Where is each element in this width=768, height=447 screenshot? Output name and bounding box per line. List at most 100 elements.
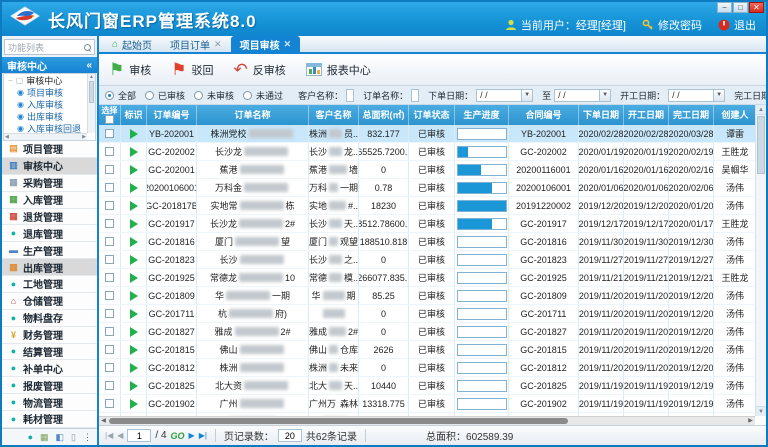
tree-item-出库审核[interactable]: ◉出库审核 [4, 110, 87, 122]
column-header-选择[interactable]: 选择 [99, 105, 121, 125]
sidebar-item-退货管理[interactable]: ▦退货管理 [2, 209, 97, 226]
minimize-button[interactable]: − [717, 2, 732, 13]
row-checkbox[interactable] [105, 381, 114, 390]
sidebar-item-仓储管理[interactable]: ⌂仓储管理 [2, 293, 97, 310]
sidebar-item-耗材管理[interactable]: ●耗材管理 [2, 411, 97, 428]
first-page-button[interactable]: |◀ [105, 431, 113, 440]
row-checkbox[interactable] [105, 291, 114, 300]
column-header-总面积(㎡)[interactable]: 总面积(㎡) [359, 105, 409, 125]
row-checkbox[interactable] [105, 165, 114, 174]
sidebar-item-物料盘存[interactable]: ●物料盘存 [2, 310, 97, 327]
scroll-up-icon[interactable]: ▲ [756, 105, 766, 115]
table-row[interactable]: GC-201917长沙龙2#长沙天..8512.78600..已审核GC-201… [99, 215, 755, 233]
column-header-合同编号[interactable]: 合同编号 [509, 105, 579, 125]
radio-全部[interactable] [105, 91, 114, 100]
close-tab-icon[interactable]: ✕ [214, 39, 222, 50]
overflow-icon[interactable]: ⋮ [83, 432, 92, 443]
row-checkbox[interactable] [105, 273, 114, 282]
go-button[interactable]: GO [171, 431, 185, 441]
column-header-客户名称[interactable]: 客户名称 [309, 105, 359, 125]
tab-起始页[interactable]: ⌂起始页 [103, 36, 161, 52]
column-header-生产进度[interactable]: 生产进度 [455, 105, 509, 125]
approve-button[interactable]: ⚑审核 [109, 61, 151, 78]
column-header-订单状态[interactable]: 订单状态 [409, 105, 455, 125]
radio-未审核[interactable] [194, 91, 203, 100]
sidebar-item-退库管理[interactable]: ●退库管理 [2, 225, 97, 242]
row-checkbox[interactable] [105, 327, 114, 336]
function-search-input[interactable]: 功能列表 [4, 39, 95, 55]
sidebar-item-物流管理[interactable]: ●物流管理 [2, 394, 97, 411]
scroll-right-icon[interactable]: ▶ [746, 417, 755, 425]
row-checkbox[interactable] [105, 201, 114, 210]
close-tab-icon[interactable]: ✕ [284, 39, 292, 50]
table-row[interactable]: GC-201817B实地常栋实地#..18230已审核2019122000220… [99, 197, 755, 215]
table-row[interactable]: GC-201825北大资北大天..10440已审核GC-2018252019/1… [99, 377, 755, 395]
sidebar-item-报废管理[interactable]: ●报废管理 [2, 377, 97, 394]
sidebar-panel-header[interactable]: 审核中心 « [2, 57, 97, 73]
maximize-button[interactable]: □ [733, 2, 748, 13]
sidebar-item-结算管理[interactable]: ●结算管理 [2, 344, 97, 361]
order-date-to-select[interactable]: / / ▼ [554, 89, 611, 102]
edit-icon[interactable]: ◧ [56, 432, 65, 443]
order-name-input[interactable] [411, 89, 419, 102]
tree-vertical-scrollbar[interactable]: ▲ [87, 74, 95, 133]
row-checkbox[interactable] [105, 309, 114, 318]
row-checkbox[interactable] [105, 147, 114, 156]
start-date-select[interactable]: / / ▼ [668, 89, 725, 102]
table-row[interactable]: GC-201809华一期华期85.25已审核GC-2018092019/11/2… [99, 287, 755, 305]
customer-name-input[interactable] [346, 89, 354, 102]
tab-项目审核[interactable]: 项目审核✕ [231, 36, 301, 52]
reject-button[interactable]: ⚑驳回 [171, 61, 213, 78]
horizontal-scrollbar[interactable]: ◀ ▶ [99, 416, 755, 425]
sidebar-item-审核中心[interactable]: ▥审核中心 [2, 158, 97, 175]
table-row[interactable]: GC-201925常德龙10常德模..266077.835..已审核GC-201… [99, 269, 755, 287]
chevron-down-icon[interactable]: ▼ [600, 89, 611, 102]
row-checkbox[interactable] [105, 237, 114, 246]
page-number-input[interactable] [127, 429, 151, 442]
column-header-创建人[interactable]: 创建人 [714, 105, 757, 125]
tab-项目订单[interactable]: 项目订单✕ [161, 36, 231, 52]
dot-icon[interactable]: ● [28, 432, 33, 442]
logout-button[interactable]: 退出 [718, 17, 756, 33]
column-header-标识[interactable]: 标识 [121, 105, 147, 125]
radio-未通过[interactable] [243, 91, 252, 100]
row-checkbox[interactable] [105, 183, 114, 192]
column-header-下单日期[interactable]: 下单日期 [579, 105, 624, 125]
tree-horizontal-scrollbar[interactable]: ◀▶ [4, 133, 87, 140]
table-row[interactable]: GC-201812株洲株洲未来0已审核GC-2018122019/11/2020… [99, 359, 755, 377]
table-row[interactable]: GC-201815佛山佛山仓库2626已审核GC-2018152019/11/2… [99, 341, 755, 359]
table-row[interactable]: GC-201816厦门望厦门观望188510.818已审核GC-20181620… [99, 233, 755, 251]
tree-root[interactable]: −▢审核中心 [4, 74, 87, 86]
row-checkbox[interactable] [105, 345, 114, 354]
tree-item-项目审核[interactable]: ◉项目审核 [4, 86, 87, 98]
horizontal-scroll-thumb[interactable] [109, 418, 568, 424]
order-date-from-select[interactable]: / / ▼ [476, 89, 533, 102]
scroll-left-icon[interactable]: ◀ [99, 417, 108, 425]
row-checkbox[interactable] [105, 399, 114, 408]
row-checkbox[interactable] [105, 129, 114, 138]
collapse-minus-icon[interactable]: − [8, 76, 13, 85]
chevron-down-icon[interactable]: ▼ [714, 89, 725, 102]
prev-page-button[interactable]: ◀ [117, 431, 123, 440]
row-checkbox[interactable] [105, 363, 114, 372]
next-page-button[interactable]: ▶ [189, 431, 195, 440]
sidebar-item-财务管理[interactable]: ¥财务管理 [2, 327, 97, 344]
cart-icon[interactable]: ▦ [40, 432, 49, 443]
table-row[interactable]: GC-201902广州广州万森林13318.775已审核GC-201902201… [99, 395, 755, 413]
sidebar-item-采购管理[interactable]: ▦采购管理 [2, 175, 97, 192]
select-all-checkbox[interactable] [105, 115, 114, 124]
table-row[interactable]: GC-201827雅成2#雅成2#0已审核GC-2018272019/11/20… [99, 323, 755, 341]
sidebar-item-入库管理[interactable]: ▦入库管理 [2, 192, 97, 209]
sidebar-item-生产管理[interactable]: ▬生产管理 [2, 242, 97, 259]
report-icon[interactable]: ▯ [71, 432, 76, 443]
sidebar-item-补单中心[interactable]: ●补单中心 [2, 360, 97, 377]
close-button[interactable]: ✕ [749, 2, 764, 13]
chevron-down-icon[interactable]: ▼ [522, 89, 533, 102]
table-row[interactable]: GC-202001蕉港蕉港墙0已审核202001160012020/01/162… [99, 161, 755, 179]
row-checkbox[interactable] [105, 219, 114, 228]
scroll-down-icon[interactable]: ▼ [756, 406, 766, 416]
column-header-开工日期[interactable]: 开工日期 [624, 105, 669, 125]
unapprove-button[interactable]: ↶反审核 [234, 61, 286, 78]
table-row[interactable]: GC-201711杭府)0已审核GC-2017112019/11/202019/… [99, 305, 755, 323]
sidebar-item-出库管理[interactable]: ▦出库管理 [2, 259, 97, 276]
